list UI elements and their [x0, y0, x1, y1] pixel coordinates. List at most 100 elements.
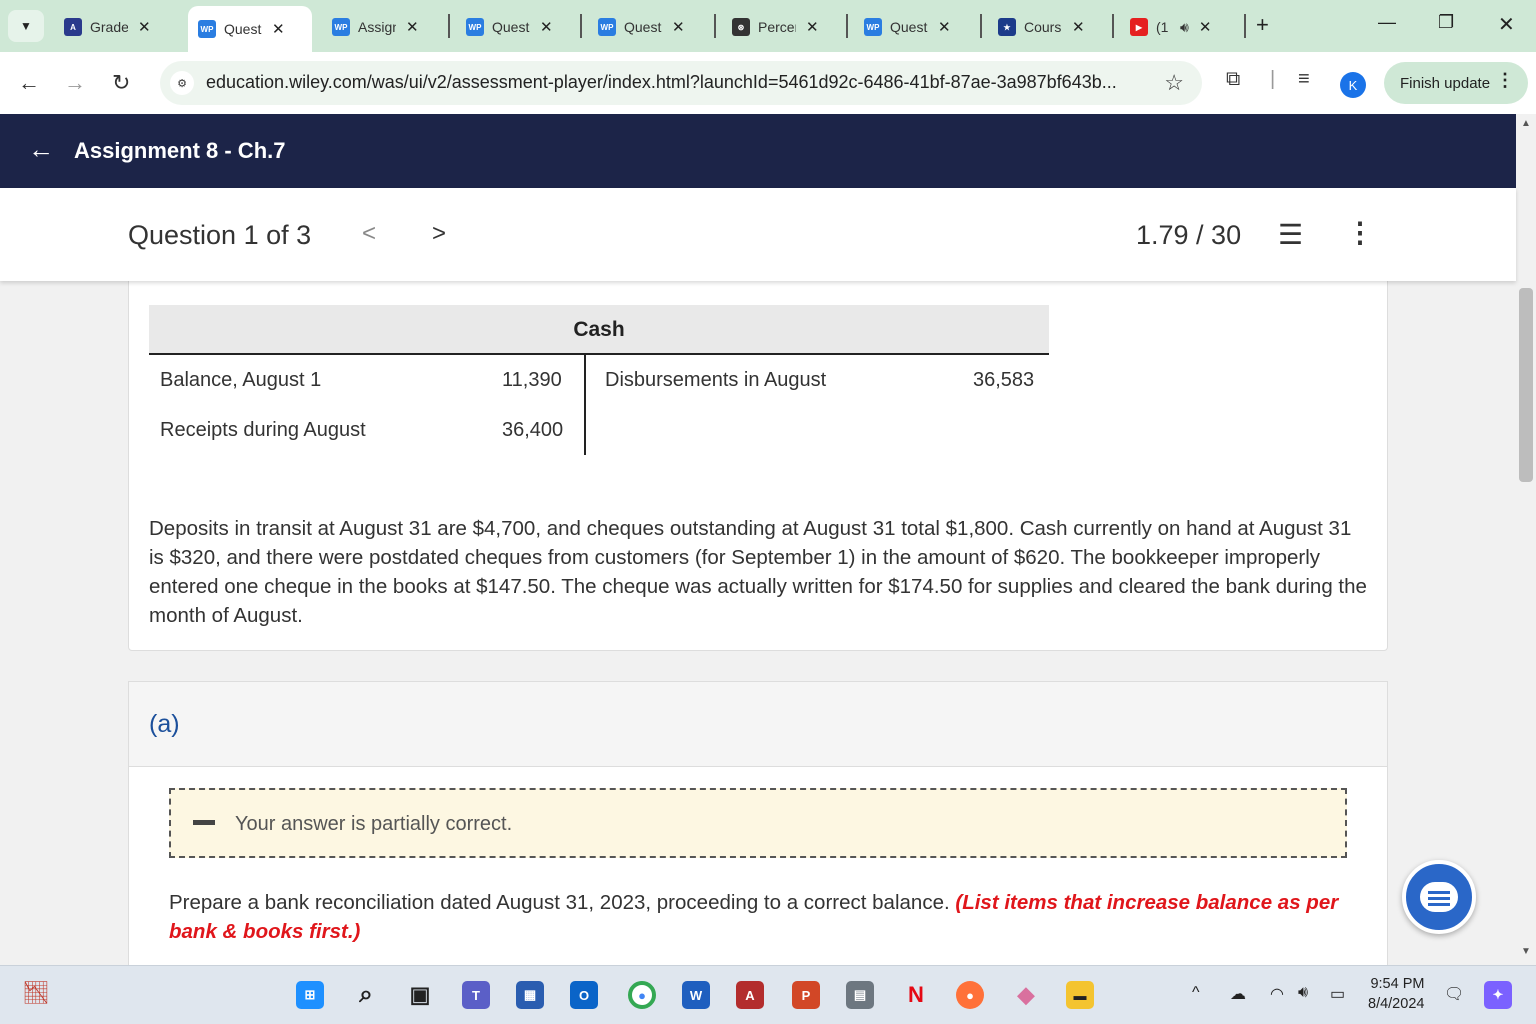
- chat-help-button[interactable]: [1402, 860, 1476, 934]
- firefox-icon[interactable]: ●: [956, 981, 984, 1009]
- teams-icon[interactable]: T: [462, 981, 490, 1009]
- credit-amount: 36,583: [973, 369, 1035, 391]
- forward-arrow-icon[interactable]: →: [64, 70, 86, 96]
- back-arrow-icon[interactable]: ←: [28, 134, 54, 165]
- calculator-icon[interactable]: ▤: [846, 981, 874, 1009]
- speaker-icon[interactable]: 🔊︎: [1180, 19, 1189, 36]
- more-vert-icon[interactable]: ⋮: [1496, 70, 1514, 91]
- page-scrollbar[interactable]: ▲ ▼: [1516, 114, 1536, 965]
- assignment-header: ← Assignment 8 - Ch.7: [0, 114, 1516, 188]
- tab-search-button[interactable]: ▼: [8, 10, 44, 42]
- previous-question-chevron-icon[interactable]: <: [362, 220, 376, 248]
- bookmark-star-icon[interactable]: ☆: [1164, 70, 1184, 96]
- browser-tab[interactable]: ★ Cours ✕: [988, 8, 1095, 46]
- wifi-icon[interactable]: ◠: [1270, 984, 1284, 1004]
- tray-chevron-up-icon[interactable]: ^: [1192, 984, 1200, 1002]
- tab-title: (1: [1156, 19, 1169, 35]
- assignment-title[interactable]: Assignment 8 - Ch.7: [74, 138, 285, 164]
- part-label: (a): [149, 710, 180, 738]
- close-icon[interactable]: ✕: [406, 18, 419, 36]
- finish-update-label: Finish update: [1400, 74, 1491, 92]
- powerpoint-icon[interactable]: P: [792, 981, 820, 1009]
- close-icon[interactable]: ✕: [540, 18, 553, 36]
- part-a-card: (a) Your answer is partially correct. Pr…: [128, 681, 1388, 965]
- scrollbar-thumb[interactable]: [1519, 288, 1533, 482]
- close-icon[interactable]: ✕: [138, 18, 151, 36]
- reload-icon[interactable]: ↻: [112, 70, 130, 96]
- part-a-instruction: Prepare a bank reconciliation dated Augu…: [169, 888, 1369, 946]
- tab-favicon-icon: WP: [332, 18, 350, 36]
- tab-title: Quest: [624, 19, 662, 35]
- eraser-app-icon[interactable]: ◆: [1012, 981, 1040, 1009]
- chrome-icon[interactable]: ●: [628, 981, 656, 1009]
- close-icon[interactable]: ✕: [272, 20, 285, 38]
- access-icon[interactable]: A: [736, 981, 764, 1009]
- browser-tab[interactable]: A Grade ✕: [54, 8, 161, 46]
- clock-time: 9:54 PM: [1370, 976, 1425, 992]
- outlook-icon[interactable]: O: [570, 981, 598, 1009]
- extensions-icon[interactable]: ⧉: [1226, 68, 1240, 91]
- question-list-icon[interactable]: ☰: [1278, 218, 1303, 251]
- minimize-icon[interactable]: —: [1378, 12, 1396, 33]
- toolbar-divider: |: [1270, 68, 1276, 90]
- browser-tab[interactable]: WP Assign ✕: [322, 8, 429, 46]
- new-tab-plus-icon[interactable]: +: [1256, 12, 1269, 38]
- question-navigation-bar: Question 1 of 3 < > 1.79 / 30 ☰ ⋮: [0, 188, 1516, 281]
- taskbar-clock[interactable]: 9:54 PM 8/4/2024: [1368, 974, 1424, 1014]
- site-info-icon[interactable]: ⚙: [170, 71, 194, 95]
- word-icon[interactable]: W: [682, 981, 710, 1009]
- browser-tab[interactable]: WP Quest ✕: [456, 8, 563, 46]
- notifications-icon[interactable]: 🗨︎: [1444, 984, 1464, 1004]
- close-icon[interactable]: ✕: [1199, 18, 1212, 36]
- openai-favicon-icon: ⊛: [732, 18, 750, 36]
- more-options-icon[interactable]: ⋮: [1346, 216, 1374, 249]
- windows-taskbar: 📉︎ ⊞ ⌕ ▣ T ▦ O ● W A P ▤ N ● ◆ ▬ ^ ☁ ◠ 🔊…: [0, 965, 1536, 1024]
- credit-label: Disbursements in August: [605, 369, 827, 391]
- tab-title: Percer: [758, 19, 796, 35]
- browser-tab-active[interactable]: WP Quest ✕: [188, 6, 312, 52]
- window-close-icon[interactable]: ✕: [1498, 12, 1515, 37]
- scroll-down-icon[interactable]: ▼: [1521, 946, 1531, 957]
- battery-icon[interactable]: ▭: [1330, 984, 1345, 1004]
- browser-tab[interactable]: WP Quest ✕: [588, 8, 695, 46]
- windows-start-icon[interactable]: ⊞: [296, 981, 324, 1009]
- tab-favicon-icon: WP: [198, 20, 216, 38]
- browser-toolbar: ← → ↻ ⚙ education.wiley.com/was/ui/v2/as…: [0, 52, 1536, 114]
- file-explorer-icon[interactable]: ▬: [1066, 981, 1094, 1009]
- url-text[interactable]: education.wiley.com/was/ui/v2/assessment…: [206, 72, 1146, 93]
- search-icon[interactable]: ⌕: [352, 981, 380, 1009]
- browser-tab[interactable]: ⊛ Percer ✕: [722, 8, 829, 46]
- tab-title: Assign: [358, 19, 396, 35]
- chat-bubble-icon: [1420, 882, 1458, 912]
- media-queue-icon[interactable]: ≡: [1298, 68, 1310, 91]
- back-arrow-icon[interactable]: ←: [18, 70, 40, 96]
- volume-icon[interactable]: 🔊︎: [1298, 984, 1308, 1002]
- tab-separator: [846, 14, 848, 38]
- tab-favicon-icon: WP: [466, 18, 484, 36]
- debit-label: Balance, August 1: [160, 369, 322, 391]
- copilot-icon[interactable]: ✦: [1484, 981, 1512, 1009]
- task-view-icon[interactable]: ▣: [406, 981, 434, 1009]
- stocks-widget-icon[interactable]: 📉︎: [22, 980, 50, 1006]
- restore-icon[interactable]: ❐: [1438, 12, 1454, 33]
- close-icon[interactable]: ✕: [938, 18, 951, 36]
- close-icon[interactable]: ✕: [806, 18, 819, 36]
- profile-avatar[interactable]: K: [1340, 72, 1366, 98]
- close-icon[interactable]: ✕: [672, 18, 685, 36]
- scroll-up-icon[interactable]: ▲: [1521, 118, 1531, 129]
- browser-tab[interactable]: ▶ (1 🔊︎ ✕: [1120, 8, 1221, 46]
- browser-tab[interactable]: WP Quest ✕: [854, 8, 961, 46]
- tab-favicon-icon: WP: [598, 18, 616, 36]
- address-bar[interactable]: ⚙ education.wiley.com/was/ui/v2/assessme…: [160, 61, 1202, 105]
- netflix-icon[interactable]: N: [902, 981, 930, 1009]
- feedback-banner: Your answer is partially correct.: [169, 788, 1347, 858]
- score-display: 1.79 / 30: [1136, 220, 1242, 250]
- store-icon[interactable]: ▦: [516, 981, 544, 1009]
- tab-separator: [1112, 14, 1114, 38]
- finish-update-button[interactable]: Finish update ⋮: [1384, 62, 1528, 104]
- cloud-icon[interactable]: ☁: [1230, 984, 1246, 1004]
- next-question-chevron-icon[interactable]: >: [432, 220, 446, 248]
- problem-description: Deposits in transit at August 31 are $4,…: [149, 517, 1367, 627]
- close-icon[interactable]: ✕: [1072, 18, 1085, 36]
- question-content: Cash Balance, August 1 11,390 Receipts d…: [0, 281, 1516, 965]
